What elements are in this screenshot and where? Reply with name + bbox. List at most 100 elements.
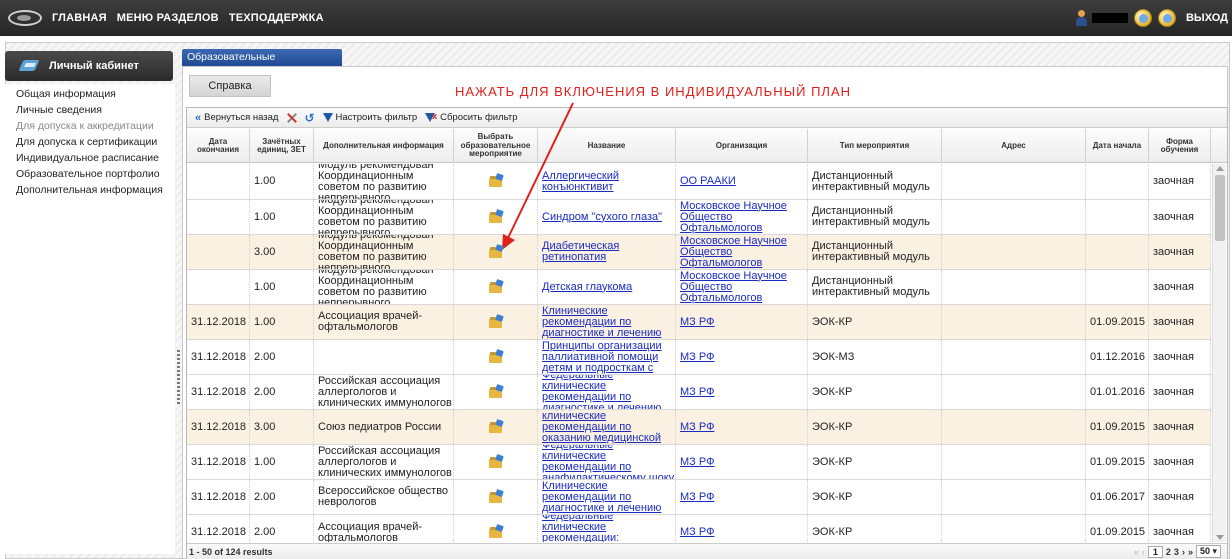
table-row[interactable]: 1.00 Модуль рекомендован Координационным … [187, 200, 1211, 235]
add-to-plan-folder-icon[interactable] [488, 172, 504, 187]
organization-link[interactable]: МЗ РФ [680, 421, 714, 433]
event-name-link[interactable]: Принципы организации паллиативной помощи… [542, 340, 675, 374]
event-name-link[interactable]: Федеральные клинические рекомендации: ди… [542, 515, 675, 542]
table-row[interactable]: 31.12.2018 2.00 Всероссийское общество нев… [187, 480, 1211, 515]
column-header[interactable]: Зачётных единиц, ЗЕТ [250, 129, 314, 163]
cell-text: заочная [1153, 490, 1194, 503]
nav-support[interactable]: ТЕХПОДДЕРЖКА [229, 12, 324, 24]
cell-start: 01.01.2016 [1086, 375, 1149, 409]
scroll-up-icon[interactable] [1216, 166, 1224, 171]
column-header[interactable]: Дата начала [1086, 129, 1149, 163]
table-row[interactable]: 31.12.2018 2.00 Российская ассоциация алле… [187, 375, 1211, 410]
add-to-plan-folder-icon[interactable] [488, 278, 504, 293]
cell-text: 1.00 [254, 455, 276, 468]
event-name-link[interactable]: Аллергический конъюнктивит [542, 170, 675, 193]
tab-educational-events[interactable]: Образовательные мероприятия [182, 49, 342, 75]
event-name-link[interactable]: Федеральные клинические рекомендации по … [542, 375, 675, 409]
refresh-icon[interactable]: ↺ [304, 111, 314, 125]
nav-home[interactable]: ГЛАВНАЯ [52, 12, 107, 24]
logo-icon[interactable] [8, 10, 42, 26]
event-name-link[interactable]: Федеральные клинические рекомендации по … [542, 445, 675, 479]
column-header[interactable]: Организация [676, 129, 808, 163]
sidebar-item[interactable]: Образовательное портфолио [5, 166, 175, 182]
tools-icon[interactable] [286, 112, 298, 124]
next-page-button[interactable]: › [1182, 547, 1185, 557]
prev-page-button[interactable]: ‹ [1142, 547, 1145, 557]
organization-link[interactable]: Московское Научное Общество Офтальмолого… [680, 200, 807, 234]
sidebar-item[interactable]: Личные сведения [5, 102, 175, 118]
add-to-plan-folder-icon[interactable] [488, 243, 504, 258]
event-name-link[interactable]: Федеральные клинические рекомендации по … [542, 410, 675, 444]
event-name-link[interactable]: Синдром "сухого глаза" [542, 211, 662, 223]
organization-link[interactable]: МЗ РФ [680, 386, 714, 398]
table-row[interactable]: 31.12.2018 3.00 Союз педиатров России Федер… [187, 410, 1211, 445]
zoom-in-icon[interactable] [1133, 9, 1152, 27]
sidebar-item[interactable]: Дополнительная информация [5, 182, 175, 198]
add-to-plan-folder-icon[interactable] [488, 488, 504, 503]
sidebar-item[interactable]: Индивидуальное расписание [5, 150, 175, 166]
zoom-out-icon[interactable] [1157, 9, 1176, 27]
event-name-link[interactable]: Клинические рекомендации по диагностике … [542, 480, 675, 514]
logout-link[interactable]: ВЫХОД [1186, 12, 1228, 24]
last-page-button[interactable]: » [1188, 547, 1193, 557]
event-name-link[interactable]: Клинические рекомендации по диагностике … [542, 305, 675, 339]
column-header[interactable]: Дата окончания [187, 129, 250, 163]
page-2-button[interactable]: 2 [1166, 547, 1171, 557]
column-header[interactable]: Адрес [942, 129, 1086, 163]
add-to-plan-folder-icon[interactable] [488, 453, 504, 468]
column-header[interactable]: Название [538, 129, 676, 163]
organization-link[interactable]: ОО РААКИ [680, 176, 736, 187]
event-name-link[interactable]: Детская глаукома [542, 281, 632, 293]
event-name-link[interactable]: Диабетическая ретинопатия [542, 241, 675, 263]
configure-filter-button[interactable]: Настроить фильтр [322, 112, 417, 123]
add-to-plan-folder-icon[interactable] [488, 418, 504, 433]
organization-link[interactable]: Московское Научное Общество Офтальмолого… [680, 270, 807, 304]
reset-filter-button[interactable]: Сбросить фильтр [425, 112, 517, 123]
organization-link[interactable]: МЗ РФ [680, 456, 714, 468]
add-to-plan-folder-icon[interactable] [488, 383, 504, 398]
splitter-handle[interactable] [177, 350, 180, 406]
help-button[interactable]: Справка [189, 75, 271, 97]
table-row[interactable]: 31.12.2018 1.00 Ассоциация врачей-офтальмо… [187, 305, 1211, 340]
table-row[interactable]: 31.12.2018 2.00 Принципы организации палли… [187, 340, 1211, 375]
add-to-plan-folder-icon[interactable] [488, 348, 504, 363]
table-row[interactable]: 1.00 Модуль рекомендован Координационным … [187, 164, 1211, 200]
table-row[interactable]: 1.00 Модуль рекомендован Координационным … [187, 270, 1211, 305]
sidebar-item[interactable]: Общая информация [5, 86, 175, 102]
cell-type: ЭОК-КР [808, 445, 942, 479]
organization-link[interactable]: МЗ РФ [680, 351, 714, 363]
first-page-button[interactable]: « [1134, 547, 1139, 557]
cell-type: Дистанционный интерактивный модуль [808, 235, 942, 269]
nav-sections-menu[interactable]: МЕНЮ РАЗДЕЛОВ [117, 12, 219, 24]
cell-zet: 1.00 [250, 270, 314, 304]
back-button[interactable]: « Вернуться назад [195, 112, 278, 124]
column-header[interactable]: Дополнительная информация [314, 129, 454, 163]
scroll-down-icon[interactable] [1216, 535, 1224, 540]
add-to-plan-folder-icon[interactable] [488, 208, 504, 223]
table-row[interactable]: 31.12.2018 2.00 Ассоциация врачей-офтальмо… [187, 515, 1211, 542]
column-header[interactable]: Тип мероприятия [808, 129, 942, 163]
vertical-scrollbar[interactable] [1212, 164, 1226, 542]
cell-name: Принципы организации паллиативной помощи… [538, 340, 676, 374]
page-3-button[interactable]: 3 [1174, 547, 1179, 557]
column-header[interactable]: Форма обучения [1149, 129, 1211, 163]
cell-name: Федеральные клинические рекомендации по … [538, 375, 676, 409]
cell-start [1086, 200, 1149, 234]
add-to-plan-folder-icon[interactable] [488, 523, 504, 538]
organization-link[interactable]: Московское Научное Общество Офтальмолого… [680, 235, 807, 269]
cabinet-icon [19, 59, 41, 73]
table-row[interactable]: 31.12.2018 1.00 Российская ассоциация алле… [187, 445, 1211, 480]
organization-link[interactable]: МЗ РФ [680, 491, 714, 503]
organization-link[interactable]: МЗ РФ [680, 527, 714, 538]
cell-addr [942, 375, 1086, 409]
organization-link[interactable]: МЗ РФ [680, 316, 714, 328]
scrollbar-thumb[interactable] [1215, 175, 1225, 241]
column-header[interactable]: Выбрать образовательное мероприятие [454, 129, 538, 163]
add-to-plan-folder-icon[interactable] [488, 313, 504, 328]
page-size-select[interactable]: 50 ▾ [1195, 545, 1221, 558]
cell-start: 01.09.2015 [1086, 445, 1149, 479]
sidebar-item[interactable]: Для допуска к сертификации [5, 134, 175, 150]
sidebar-item[interactable]: Для допуска к аккредитации [5, 118, 175, 134]
page-1-button[interactable]: 1 [1147, 545, 1163, 558]
table-row[interactable]: 3.00 Модуль рекомендован Координационным … [187, 235, 1211, 270]
